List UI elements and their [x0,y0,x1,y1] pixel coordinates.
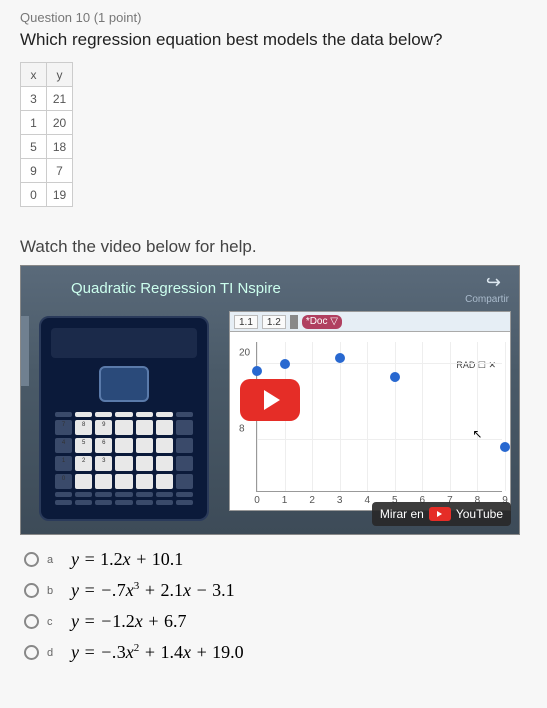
table-cell: 18 [47,135,73,159]
option-label: d [47,647,61,659]
share-icon[interactable]: ↪ [486,272,501,293]
data-point [335,353,345,363]
data-point [280,359,290,369]
tab-1-2[interactable]: 1.2 [262,315,286,329]
plot-toolbar: 1.1 1.2 *Doc ▽ [230,312,510,332]
table-cell: 3 [21,87,47,111]
table-row: 518 [21,135,73,159]
option-equation: y = −1.2x + 6.7 [71,611,186,632]
data-table: xy 32112051897019 [20,62,73,207]
radio-button[interactable] [24,614,39,629]
answer-option[interactable]: b y = −.7x3 + 2.1x − 3.1 [24,580,527,601]
answer-option[interactable]: a y = 1.2x + 10.1 [24,549,527,570]
option-equation: y = −.7x3 + 2.1x − 3.1 [71,580,235,601]
question-label: Question 10 (1 point) [20,10,527,25]
table-header: y [47,63,73,87]
table-row: 321 [21,87,73,111]
table-cell: 19 [47,183,73,207]
doc-chip[interactable]: *Doc ▽ [302,315,342,329]
table-cell: 0 [21,183,47,207]
video-heading: Watch the video below for help. [20,237,527,257]
table-row: 120 [21,111,73,135]
option-label: b [47,585,61,597]
table-row: 019 [21,183,73,207]
option-equation: y = 1.2x + 10.1 [71,549,183,570]
answer-options: a y = 1.2x + 10.1 b y = −.7x3 + 2.1x − 3.1 c… [20,549,527,663]
table-cell: 21 [47,87,73,111]
x-tick: 4 [364,495,370,506]
table-row: 97 [21,159,73,183]
y-tick: 20 [239,348,250,359]
data-point [390,372,400,382]
share-label: Compartir [465,294,509,305]
radio-button[interactable] [24,583,39,598]
table-cell: 20 [47,111,73,135]
table-cell: 5 [21,135,47,159]
watch-target: YouTube [456,507,503,521]
data-point [500,442,510,452]
youtube-icon [429,507,451,521]
radio-button[interactable] [24,552,39,567]
table-cell: 7 [47,159,73,183]
option-equation: y = −.3x2 + 1.4x + 19.0 [71,642,244,663]
table-cell: 1 [21,111,47,135]
x-tick: 2 [309,495,315,506]
table-cell: 9 [21,159,47,183]
calculator-image: 7894561230 [39,316,209,521]
option-label: c [47,616,61,628]
answer-option[interactable]: c y = −1.2x + 6.7 [24,611,527,632]
data-point [252,366,262,376]
y-tick: 8 [239,424,245,435]
tab-1-1[interactable]: 1.1 [234,315,258,329]
play-button[interactable] [240,379,300,421]
option-label: a [47,554,61,566]
answer-option[interactable]: d y = −.3x2 + 1.4x + 19.0 [24,642,527,663]
x-tick: 1 [282,495,288,506]
watch-on-youtube-button[interactable]: Mirar en YouTube [372,502,511,526]
video-thumbnail[interactable]: ↪ Compartir Quadratic Regression TI Nspi… [20,265,520,535]
radio-button[interactable] [24,645,39,660]
table-header: x [21,63,47,87]
tab-handle [21,316,29,386]
x-tick: 3 [337,495,343,506]
watch-label: Mirar en [380,507,424,521]
cursor-icon: ↖ [472,427,482,441]
question-title: Which regression equation best models th… [20,30,527,50]
video-title: Quadratic Regression TI Nspire [71,280,281,297]
x-tick: 0 [254,495,260,506]
